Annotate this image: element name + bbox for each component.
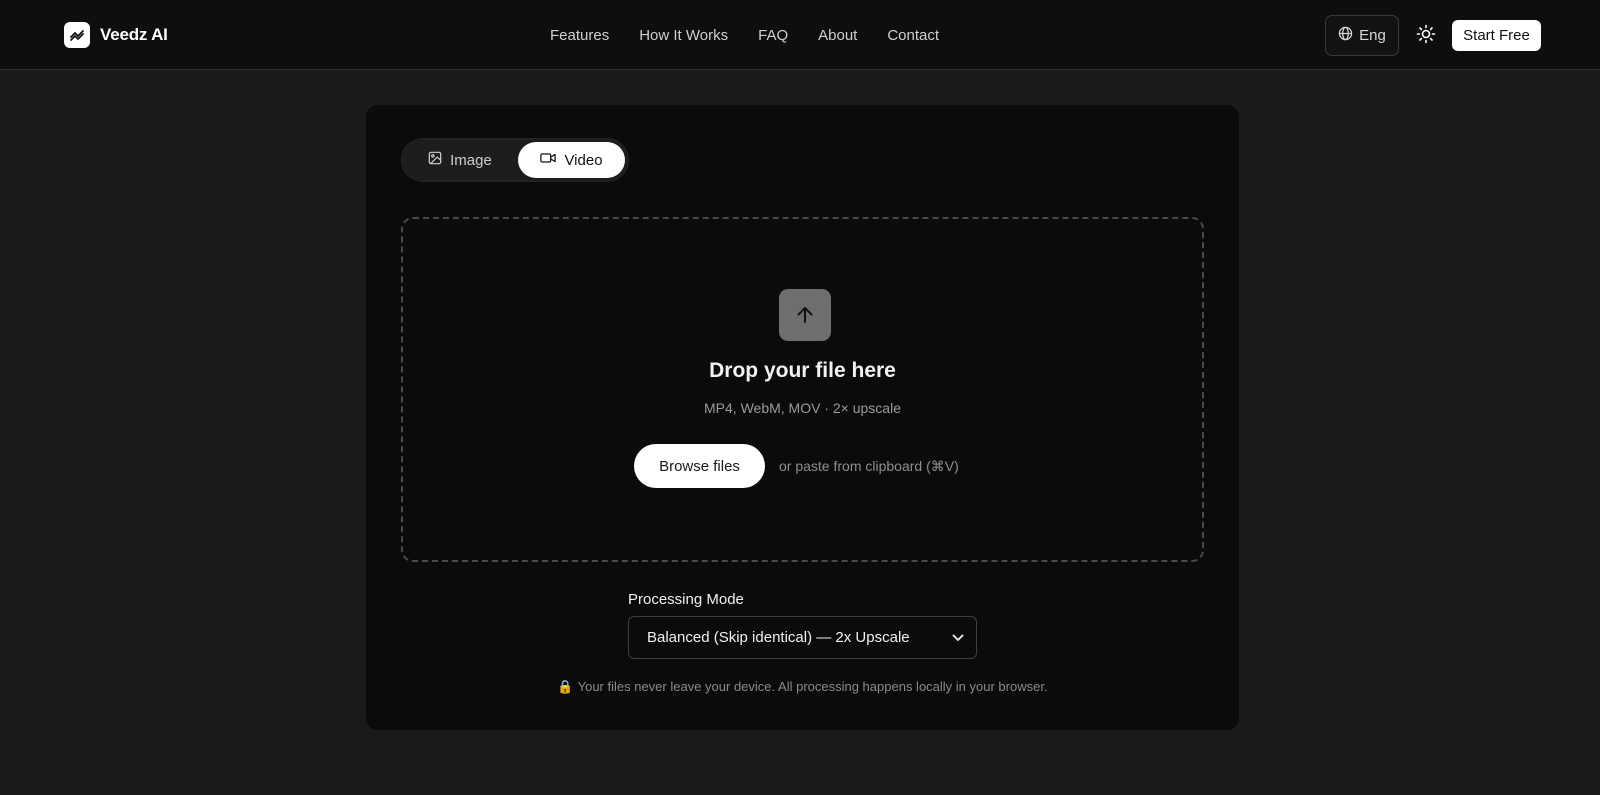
tab-image[interactable]: Image [406,142,514,178]
nav-how-it-works[interactable]: How It Works [639,27,728,44]
lock-icon: 🔒 [557,679,574,694]
top-header: Veedz AI Features How It Works FAQ About… [0,0,1600,70]
main-nav: Features How It Works FAQ About Contact [550,0,939,70]
processing-mode-value: Balanced (Skip identical) — 2x Upscale [647,629,910,646]
start-free-button[interactable]: Start Free [1452,20,1541,51]
dropzone-formats: MP4, WebM, MOV · 2× upscale [704,400,901,416]
tab-image-label: Image [450,151,492,169]
dropzone-title: Drop your file here [709,359,896,382]
nav-faq[interactable]: FAQ [758,27,788,44]
language-label: Eng [1359,27,1386,44]
tab-video[interactable]: Video [518,142,625,178]
privacy-note: 🔒 Your files never leave your device. All… [366,679,1239,695]
video-camera-icon [540,151,557,169]
theme-toggle-button[interactable] [1414,23,1438,47]
globe-icon [1338,26,1353,45]
brand-name: Veedz AI [100,25,168,44]
sun-icon [1416,24,1436,47]
file-dropzone[interactable]: Drop your file here MP4, WebM, MOV · 2× … [401,217,1204,562]
media-type-toggle: Image Video [401,138,629,182]
privacy-text: Your files never leave your device. All … [577,679,1048,694]
brand-link[interactable]: Veedz AI [64,22,168,48]
nav-contact[interactable]: Contact [887,27,939,44]
processing-mode-select[interactable]: Balanced (Skip identical) — 2x Upscale [628,616,977,659]
upload-arrow-icon [779,289,831,341]
brand-logo-icon [64,22,90,48]
tab-video-label: Video [564,151,603,169]
image-icon [428,151,442,169]
paste-hint: or paste from clipboard (⌘V) [779,458,959,474]
nav-features[interactable]: Features [550,27,609,44]
browse-files-button[interactable]: Browse files [634,444,765,488]
upload-card: Image Video Drop your file here MP4, Web… [366,105,1239,730]
nav-about[interactable]: About [818,27,857,44]
chevron-down-icon [952,629,964,646]
processing-mode-label: Processing Mode [628,591,744,608]
language-button[interactable]: Eng [1325,15,1399,56]
